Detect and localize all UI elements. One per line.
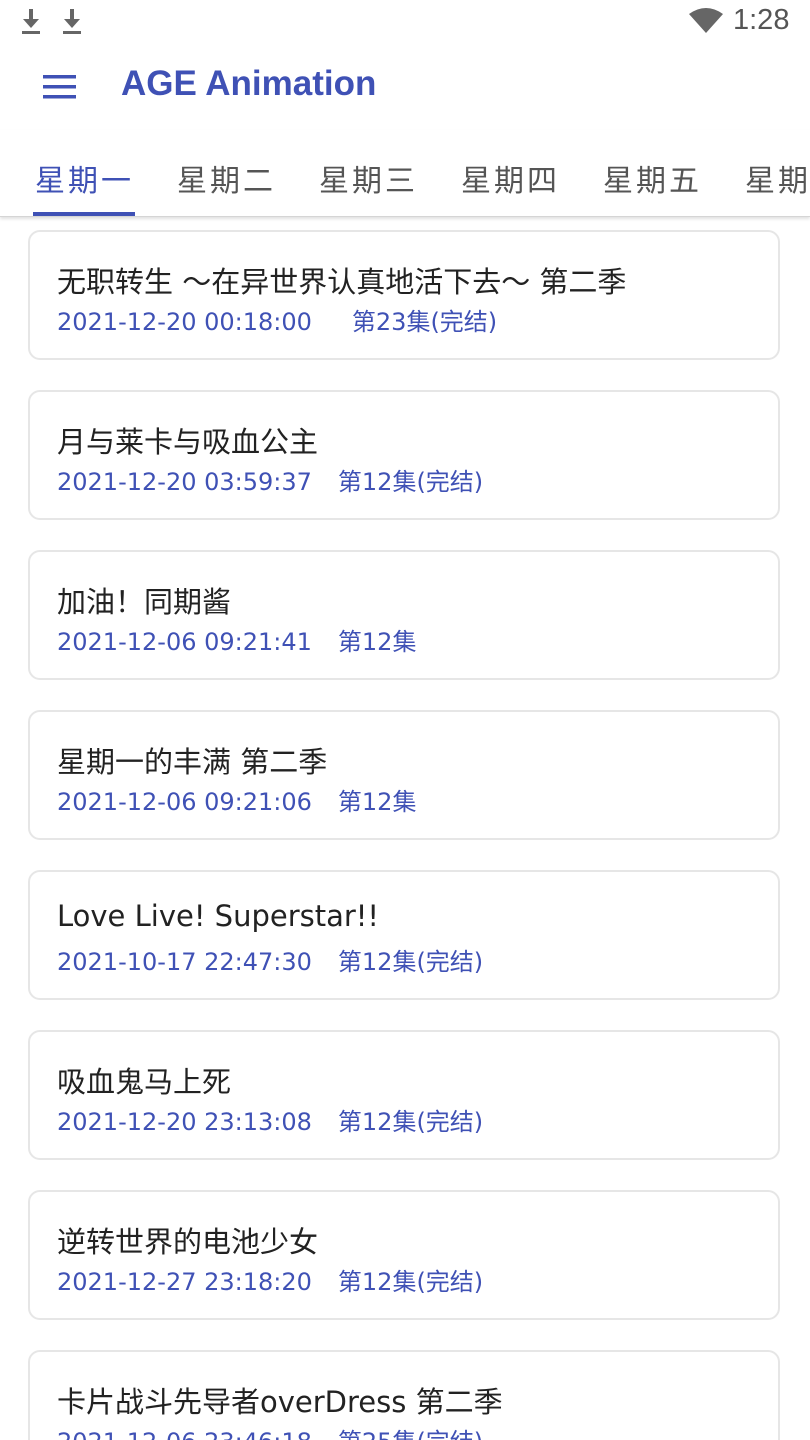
tab-wednesday[interactable]: 星期三 bbox=[319, 156, 418, 200]
menu-icon[interactable] bbox=[38, 65, 82, 109]
app-title: AGE Animation bbox=[121, 64, 377, 103]
item-meta: 2021-12-06 23:46:18 第25集(完结) bbox=[57, 1422, 483, 1440]
list-item[interactable]: 加油！同期酱 2021-12-06 09:21:41 第12集 bbox=[28, 550, 780, 680]
item-meta: 2021-12-20 00:18:00 第23集(完结) bbox=[57, 302, 497, 337]
tab-tuesday[interactable]: 星期二 bbox=[177, 156, 276, 200]
tab-friday[interactable]: 星期五 bbox=[603, 156, 702, 200]
update-time: 2021-10-17 22:47:30 bbox=[57, 948, 312, 976]
update-time: 2021-12-20 00:18:00 bbox=[57, 308, 312, 336]
list-item[interactable]: 月与莱卡与吸血公主 2021-12-20 03:59:37 第12集(完结) bbox=[28, 390, 780, 520]
status-bar: 1:28 bbox=[0, 0, 810, 45]
list-item[interactable]: 逆转世界的电池少女 2021-12-27 23:18:20 第12集(完结) bbox=[28, 1190, 780, 1320]
anime-title: 月与莱卡与吸血公主 bbox=[57, 425, 319, 459]
episode-label: 第12集(完结) bbox=[337, 468, 484, 496]
list-item[interactable]: 星期一的丰满 第二季 2021-12-06 09:21:06 第12集 bbox=[28, 710, 780, 840]
wifi-icon bbox=[689, 8, 723, 33]
anime-title: 星期一的丰满 第二季 bbox=[57, 745, 328, 779]
episode-label: 第23集(完结) bbox=[351, 308, 498, 336]
status-time: 1:28 bbox=[733, 4, 790, 36]
episode-label: 第12集 bbox=[337, 788, 417, 816]
episode-label: 第12集(完结) bbox=[337, 1108, 484, 1136]
tab-monday[interactable]: 星期一 bbox=[35, 156, 134, 200]
list-item[interactable]: 吸血鬼马上死 2021-12-20 23:13:08 第12集(完结) bbox=[28, 1030, 780, 1160]
update-time: 2021-12-27 23:18:20 bbox=[57, 1268, 312, 1296]
update-time: 2021-12-06 09:21:06 bbox=[57, 788, 312, 816]
anime-title: 无职转生 ～在异世界认真地活下去～ 第二季 bbox=[57, 265, 627, 299]
tab-saturday[interactable]: 星期 bbox=[745, 156, 810, 200]
update-time: 2021-12-20 03:59:37 bbox=[57, 468, 312, 496]
update-time: 2021-12-06 23:46:18 bbox=[57, 1428, 312, 1440]
list-item[interactable]: Love Live! Superstar!! 2021-10-17 22:47:… bbox=[28, 870, 780, 1000]
update-time: 2021-12-20 23:13:08 bbox=[57, 1108, 312, 1136]
anime-title: 卡片战斗先导者overDress 第二季 bbox=[57, 1385, 503, 1419]
episode-label: 第12集(完结) bbox=[337, 948, 484, 976]
anime-title: 加油！同期酱 bbox=[57, 585, 232, 619]
item-meta: 2021-12-20 03:59:37 第12集(完结) bbox=[57, 462, 483, 497]
active-tab-indicator bbox=[33, 212, 135, 216]
episode-label: 第12集(完结) bbox=[337, 1268, 484, 1296]
item-meta: 2021-12-06 09:21:06 第12集 bbox=[57, 782, 416, 817]
tab-thursday[interactable]: 星期四 bbox=[461, 156, 560, 200]
download-icon bbox=[63, 9, 81, 34]
item-meta: 2021-12-27 23:18:20 第12集(完结) bbox=[57, 1262, 483, 1297]
anime-title: 吸血鬼马上死 bbox=[57, 1065, 232, 1099]
anime-title: Love Live! Superstar!! bbox=[57, 899, 380, 933]
anime-title: 逆转世界的电池少女 bbox=[57, 1225, 319, 1259]
list-item[interactable]: 无职转生 ～在异世界认真地活下去～ 第二季 2021-12-20 00:18:0… bbox=[28, 230, 780, 360]
item-meta: 2021-10-17 22:47:30 第12集(完结) bbox=[57, 942, 483, 977]
item-meta: 2021-12-06 09:21:41 第12集 bbox=[57, 622, 416, 657]
episode-label: 第25集(完结) bbox=[338, 1428, 483, 1440]
app-bar: AGE Animation bbox=[0, 45, 810, 130]
weekday-tabs: 星期一 星期二 星期三 星期四 星期五 星期 bbox=[0, 130, 810, 217]
update-time: 2021-12-06 09:21:41 bbox=[57, 628, 312, 656]
anime-list[interactable]: 无职转生 ～在异世界认真地活下去～ 第二季 2021-12-20 00:18:0… bbox=[0, 217, 810, 1440]
episode-label: 第12集 bbox=[337, 628, 417, 656]
item-meta: 2021-12-20 23:13:08 第12集(完结) bbox=[57, 1102, 483, 1137]
list-item[interactable]: 卡片战斗先导者overDress 第二季 2021-12-06 23:46:18… bbox=[28, 1350, 780, 1440]
download-icon bbox=[22, 9, 40, 34]
